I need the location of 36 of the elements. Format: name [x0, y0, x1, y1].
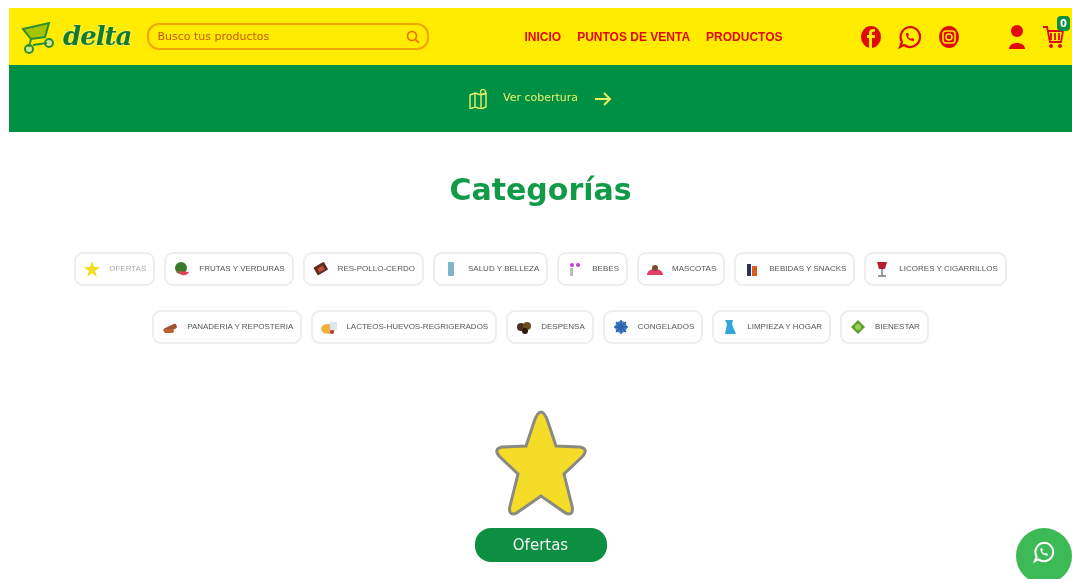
category-chip[interactable]: DESPENSA — [506, 310, 594, 344]
map-icon — [468, 88, 487, 109]
coverage-link[interactable]: Ver cobertura — [502, 90, 579, 107]
category-chip[interactable]: LACTEOS-HUEVOS-REGRIGERADOS — [311, 310, 498, 344]
search-field[interactable]: Busco tus productos — [147, 23, 430, 50]
category-chip[interactable]: LIMPIEZA Y HOGAR — [712, 310, 832, 344]
category-chip[interactable]: CONGELADOS — [602, 310, 704, 344]
whatsapp-button[interactable] — [1016, 528, 1072, 579]
whatsapp-icon — [1033, 541, 1055, 563]
category-chip[interactable]: MASCOTAS — [636, 252, 726, 286]
user-icon[interactable] — [1008, 23, 1026, 50]
category-chip[interactable]: BEBIDAS Y SNACKS — [734, 252, 856, 286]
category-chip[interactable]: SALUD Y BELLEZA — [433, 252, 549, 286]
arrow-right-icon[interactable] — [594, 89, 613, 108]
category-icon — [611, 318, 630, 336]
nav-link[interactable]: PRODUCTOS — [706, 27, 783, 46]
category-chip[interactable]: BEBES — [557, 252, 628, 286]
category-chip[interactable]: LICORES Y CIGARRILLOS — [864, 252, 1007, 286]
section-title: Categorías — [448, 172, 633, 208]
category-chip[interactable]: PANADERIA Y REPOSTERIA — [152, 310, 303, 344]
facebook-icon[interactable] — [860, 24, 882, 49]
logo[interactable]: delta — [19, 17, 132, 56]
category-icon — [83, 260, 102, 278]
category-chip[interactable]: FRUTAS Y VERDURAS — [164, 252, 294, 286]
instagram-icon[interactable] — [938, 24, 960, 49]
offers-button[interactable]: Ofertas — [474, 528, 607, 562]
nav-link[interactable]: INICIO — [524, 27, 562, 46]
cart-count-badge: 0 — [1057, 15, 1070, 31]
category-chip[interactable]: BIENESTAR — [840, 310, 929, 344]
category-icon — [173, 260, 192, 278]
nav-link[interactable]: PUNTOS DE VENTA — [577, 27, 691, 46]
category-chip[interactable]: RES-POLLO-CERDO — [302, 252, 424, 286]
logo-text: delta — [63, 20, 132, 53]
category-icon — [849, 318, 868, 336]
search-icon[interactable] — [406, 30, 421, 44]
whatsapp-icon[interactable] — [898, 24, 922, 49]
